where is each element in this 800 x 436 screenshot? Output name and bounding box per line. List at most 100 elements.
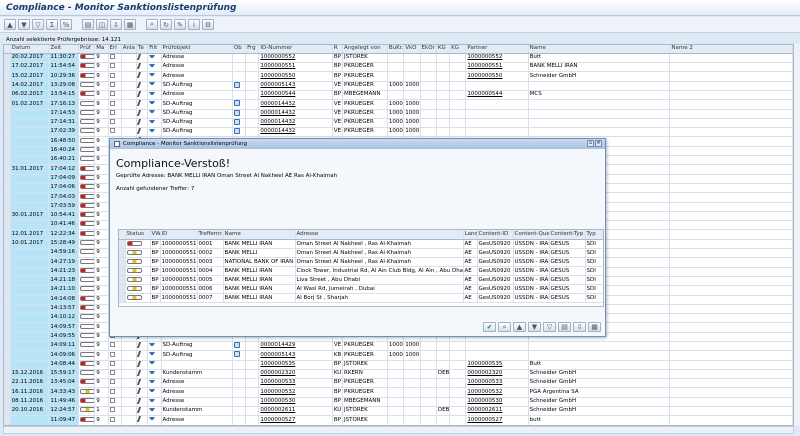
sum-icon[interactable]: Σ bbox=[46, 19, 58, 30]
column-header[interactable]: Adresse bbox=[295, 230, 464, 240]
edit-icon[interactable] bbox=[136, 351, 146, 358]
done-checkbox[interactable] bbox=[109, 379, 115, 385]
layout-icon[interactable]: ▦ bbox=[124, 19, 136, 30]
sort-descending-icon[interactable]: ▼ bbox=[528, 322, 541, 332]
layout-icon[interactable]: ▦ bbox=[588, 322, 601, 332]
cell-id-number[interactable]: 0000005143 bbox=[258, 350, 333, 361]
column-header[interactable]: EkOr bbox=[420, 45, 437, 54]
cell-id-number[interactable]: 0000014432 bbox=[258, 99, 333, 110]
column-header[interactable]: Angelegt von bbox=[342, 45, 388, 54]
cell-partner[interactable]: 1000000550 bbox=[465, 71, 529, 82]
view-icon[interactable]: ◫ bbox=[96, 19, 108, 30]
column-header[interactable]: Land bbox=[463, 230, 478, 240]
table-row[interactable]: 01.02.2017 17:16:13 9 SD-Auftrag 0000014432 V… bbox=[4, 99, 793, 110]
done-checkbox[interactable] bbox=[109, 407, 115, 413]
export-icon[interactable]: ⇩ bbox=[573, 322, 586, 332]
restore-icon[interactable]: ▫ bbox=[587, 140, 594, 147]
column-header[interactable]: Zeit bbox=[48, 45, 79, 54]
column-header[interactable]: ID-Nummer bbox=[258, 45, 333, 54]
cell-id-number[interactable]: 1000000535 bbox=[258, 360, 333, 370]
print-icon[interactable]: ▤ bbox=[82, 19, 94, 30]
table-row[interactable]: 20.02.2017 11:30:27 9 Adresse 1000000552 BP JS… bbox=[4, 53, 793, 64]
export-icon[interactable]: ⇩ bbox=[110, 19, 122, 30]
cell-partner[interactable]: 0000002611 bbox=[465, 406, 529, 417]
done-checkbox[interactable] bbox=[109, 54, 115, 60]
column-header[interactable]: KG bbox=[449, 45, 467, 54]
edit-icon[interactable] bbox=[136, 118, 146, 125]
done-checkbox[interactable] bbox=[109, 370, 115, 376]
column-header[interactable]: Status bbox=[125, 230, 151, 240]
sort-ascending-icon[interactable]: ▲ bbox=[513, 322, 526, 332]
done-checkbox[interactable] bbox=[109, 398, 115, 404]
column-header[interactable]: VW bbox=[150, 230, 161, 240]
column-header[interactable]: Typ bbox=[585, 230, 603, 240]
filter-icon[interactable] bbox=[149, 101, 156, 105]
edit-icon[interactable] bbox=[136, 397, 146, 404]
cell-partner[interactable]: 1000000527 bbox=[465, 415, 529, 425]
hit-row[interactable]: BP 1000000551 0003 NATIONAL BANK OF IRAN Oma… bbox=[119, 257, 603, 267]
filter-icon[interactable] bbox=[149, 91, 156, 96]
filter-icon[interactable] bbox=[149, 110, 156, 114]
column-header[interactable]: BuKr. bbox=[387, 45, 405, 54]
print-icon[interactable]: ▤ bbox=[558, 322, 571, 332]
cell-partner[interactable]: 1000000530 bbox=[465, 397, 529, 408]
cell-partner[interactable] bbox=[465, 81, 529, 92]
table-row[interactable]: 16.11.2016 14:33:43 9 Adresse 1000000532 BP PK… bbox=[4, 387, 793, 398]
cell-partner[interactable]: 1000000544 bbox=[465, 90, 529, 101]
lock-icon[interactable] bbox=[233, 109, 240, 116]
edit-icon[interactable] bbox=[136, 407, 146, 414]
column-header[interactable]: Name bbox=[223, 230, 296, 240]
filter-icon[interactable] bbox=[149, 128, 156, 133]
table-row[interactable]: 14.02.2017 13:29:08 9 SD-Auftrag 0000005143 V… bbox=[4, 81, 793, 92]
done-checkbox[interactable] bbox=[109, 342, 115, 348]
hit-row[interactable]: BP 1000000551 0006 BANK MELLI IRAN Al Wasl R… bbox=[119, 284, 603, 294]
filter-icon[interactable] bbox=[149, 119, 156, 124]
column-header[interactable]: Ma bbox=[94, 45, 109, 54]
filter-icon[interactable] bbox=[149, 417, 156, 421]
table-row[interactable]: 17:14:53 9 SD-Auftrag 0000014432 VE PKRUEGER 1… bbox=[4, 109, 793, 119]
filter-icon[interactable]: ▽ bbox=[543, 322, 556, 332]
cell-partner[interactable] bbox=[465, 350, 529, 361]
done-checkbox[interactable] bbox=[109, 416, 115, 422]
edit-icon[interactable] bbox=[136, 342, 146, 348]
edit-icon[interactable] bbox=[136, 369, 146, 376]
sort-descending-icon[interactable]: ▼ bbox=[18, 19, 30, 30]
column-header[interactable]: Partner bbox=[465, 45, 529, 54]
filter-icon[interactable] bbox=[149, 54, 156, 59]
column-header[interactable]: VkO bbox=[403, 45, 421, 54]
cell-id-number[interactable]: 1000000551 bbox=[258, 62, 333, 73]
cell-partner[interactable]: 1000000551 bbox=[465, 62, 529, 73]
lock-icon[interactable] bbox=[233, 342, 240, 348]
cell-id-number[interactable]: 1000000550 bbox=[258, 71, 333, 82]
table-row[interactable]: 06.02.2017 13:54:15 9 Adresse 1000000544 BP MB… bbox=[4, 90, 793, 101]
done-checkbox[interactable] bbox=[109, 91, 115, 97]
column-header[interactable]: Name 2 bbox=[669, 45, 793, 54]
column-header[interactable]: Frg bbox=[245, 45, 260, 54]
sort-ascending-icon[interactable]: ▲ bbox=[4, 19, 16, 30]
edit-icon[interactable] bbox=[136, 53, 146, 60]
cell-id-number[interactable]: 0000002611 bbox=[258, 406, 333, 417]
hit-row[interactable]: BP 1000000551 0002 BANK MELLI Oman Street Al… bbox=[119, 248, 603, 258]
filter-icon[interactable] bbox=[149, 73, 156, 77]
cell-id-number[interactable]: 0000005143 bbox=[258, 81, 333, 92]
edit-icon[interactable] bbox=[136, 360, 146, 367]
cell-id-number[interactable]: 1000000527 bbox=[258, 415, 333, 425]
table-row[interactable]: 20.10.2016 12:24:57 1 Kundenstamm 0000002611… bbox=[4, 406, 793, 417]
cell-id-number[interactable]: 0000014432 bbox=[258, 109, 333, 119]
column-header[interactable]: Filt bbox=[147, 45, 162, 54]
column-header[interactable]: Anla bbox=[121, 45, 138, 54]
filter-icon[interactable] bbox=[149, 352, 156, 356]
settings-icon[interactable]: ⚙ bbox=[202, 19, 214, 30]
column-header[interactable]: R bbox=[332, 45, 344, 54]
cell-id-number[interactable]: 1000000533 bbox=[258, 378, 333, 389]
done-checkbox[interactable] bbox=[109, 81, 115, 87]
cell-id-number[interactable]: 1000000544 bbox=[258, 90, 333, 101]
column-header[interactable]: ID bbox=[160, 230, 198, 240]
filter-icon[interactable] bbox=[149, 379, 156, 384]
table-row[interactable]: 17.02.2017 11:54:54 9 Adresse 1000000551 BP PK… bbox=[4, 62, 793, 73]
cell-id-number[interactable]: 1000000532 bbox=[258, 387, 333, 398]
table-row[interactable]: 11:09:47 9 Adresse 1000000527 BP JSTOREK 10000… bbox=[4, 415, 793, 425]
cell-partner[interactable] bbox=[465, 118, 529, 129]
cell-partner[interactable] bbox=[465, 109, 529, 119]
column-header[interactable]: Datum bbox=[10, 45, 50, 54]
